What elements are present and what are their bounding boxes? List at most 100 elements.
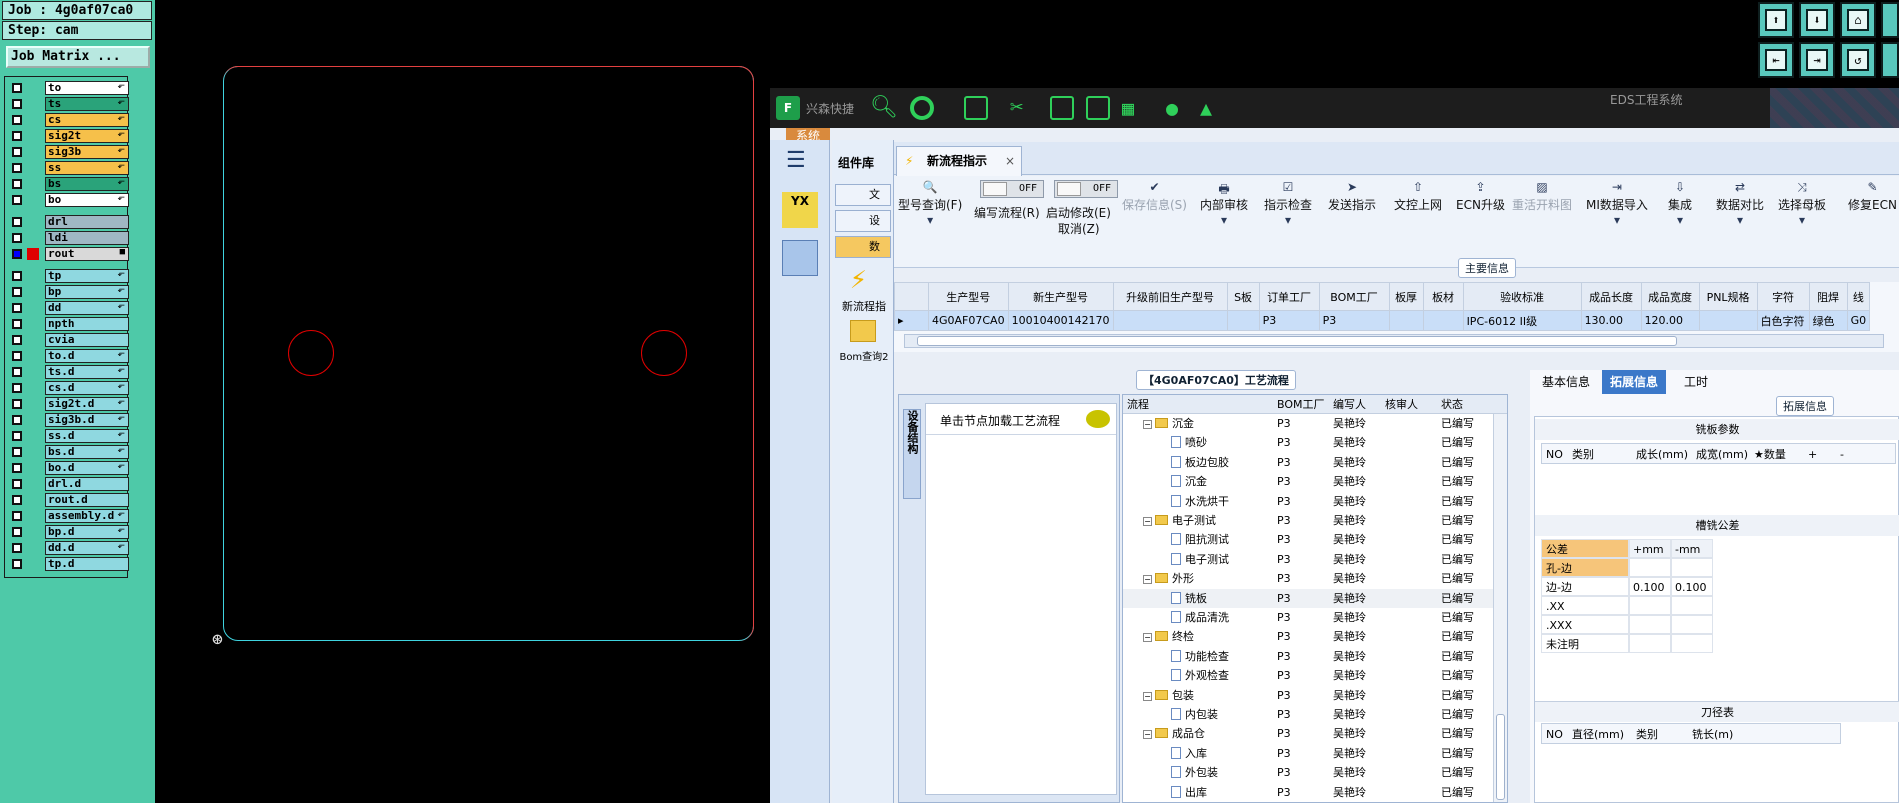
layer-row[interactable]: dd.d ⬐ (7, 541, 129, 555)
collapse-icon[interactable]: − (1143, 420, 1152, 429)
cell[interactable]: 4G0AF07CA0 (928, 310, 1009, 331)
calendar-module-icon[interactable] (782, 240, 818, 276)
layer-row[interactable]: drl.d (7, 477, 129, 491)
user-icon[interactable]: ● (1166, 96, 1190, 120)
folder-icon[interactable] (850, 320, 876, 342)
layer-checkbox[interactable] (12, 559, 22, 569)
layer-row[interactable]: bs.d ⬐ (7, 445, 129, 459)
tree-row[interactable]: − 包装 P3 吴艳玲 已编写 (1123, 686, 1507, 705)
layer-row[interactable]: tp.d (7, 557, 129, 571)
table-icon[interactable] (964, 96, 988, 120)
layer-row[interactable]: bo.d ⬐ (7, 461, 129, 475)
layer-checkbox[interactable] (12, 163, 22, 173)
tree-row[interactable]: 外观检查 P3 吴艳玲 已编写 (1123, 666, 1507, 685)
col-header[interactable]: 板材 (1422, 282, 1464, 311)
ribbon-reopen-material[interactable]: ▨ 重活开料图 (1512, 180, 1572, 213)
ribbon-mi-import[interactable]: ⇥ MI数据导入 ▾ (1586, 180, 1648, 229)
tree-row[interactable]: − 电子测试 P3 吴艳玲 已编写 (1123, 511, 1507, 530)
layer-row[interactable]: cvia (7, 333, 129, 347)
ribbon-compare[interactable]: ⇄ 数据对比 ▾ (1716, 180, 1764, 229)
write-flow-toggle[interactable]: OFF (980, 180, 1044, 198)
tree-row[interactable]: 入库 P3 吴艳玲 已编写 (1123, 744, 1507, 763)
yx-module-icon[interactable]: YX (782, 192, 818, 228)
layer-name[interactable]: rout (45, 247, 129, 261)
layer-name[interactable]: sig3b (45, 145, 129, 159)
tree-row[interactable]: − 外形 P3 吴艳玲 已编写 (1123, 569, 1507, 588)
copy-icon[interactable] (1086, 96, 1110, 120)
move-right-icon[interactable]: ⇥ (1799, 42, 1835, 78)
col-header[interactable]: 线 (1846, 282, 1871, 311)
ribbon-check[interactable]: ☑ 指示检查 ▾ (1264, 180, 1312, 229)
layer-checkbox[interactable] (12, 335, 22, 345)
layer-name[interactable]: rout.d (45, 493, 129, 507)
ribbon-ecn-upgrade[interactable]: ⇪ ECN升级 (1456, 180, 1505, 213)
layer-name[interactable]: ss (45, 161, 129, 175)
move-left-icon[interactable]: ⇤ (1758, 42, 1794, 78)
tree-node[interactable]: − 包装 (1143, 686, 1194, 705)
tree-node[interactable]: 板边包胶 (1171, 453, 1229, 472)
move-up-icon[interactable]: ⬆ (1758, 2, 1794, 38)
layer-name[interactable]: bo.d (45, 461, 129, 475)
cell[interactable] (1698, 310, 1758, 331)
layer-row[interactable]: rout ■ (7, 247, 129, 261)
scrollbar-thumb[interactable] (917, 336, 1677, 346)
tree-row[interactable]: 电子测试 P3 吴艳玲 已编写 (1123, 550, 1507, 569)
col-header[interactable]: PNL规格 (1698, 282, 1758, 311)
tree-col-status[interactable]: 状态 (1441, 395, 1463, 414)
table-row[interactable]: ▸ 4G0AF07CA0 10010400142170 P3 P3 IPC-60… (894, 310, 1871, 331)
layer-name[interactable]: bs (45, 177, 129, 191)
tree-col-writer[interactable]: 编写人 (1333, 395, 1366, 414)
toolbar-button-partial[interactable] (1881, 2, 1899, 38)
col-header[interactable]: 新生产型号 (1007, 282, 1114, 311)
layer-checkbox[interactable] (12, 527, 22, 537)
layer-name[interactable]: ldi (45, 231, 129, 245)
cell[interactable]: G0 (1846, 310, 1871, 331)
ribbon-save[interactable]: ✔ 保存信息(S) (1122, 180, 1187, 213)
tree-node[interactable]: − 电子测试 (1143, 511, 1216, 530)
layer-name[interactable]: tp (45, 269, 129, 283)
start-modify-toggle[interactable]: OFF (1054, 180, 1118, 198)
tree-row[interactable]: 阻抗测试 P3 吴艳玲 已编写 (1123, 530, 1507, 549)
chart-icon[interactable]: ▲ (1200, 96, 1224, 120)
ribbon-integrate[interactable]: ⇩ 集成 ▾ (1668, 180, 1692, 229)
layer-checkbox[interactable] (12, 287, 22, 297)
mill-add-button[interactable]: + (1808, 444, 1817, 465)
ribbon-upload[interactable]: ⇧ 文控上网 (1394, 180, 1442, 213)
tree-row[interactable]: 出库 P3 吴艳玲 已编写 (1123, 783, 1507, 802)
layer-name[interactable]: sig3b.d (45, 413, 129, 427)
job-matrix-button[interactable]: Job Matrix ... (6, 46, 150, 68)
tol-minus-input[interactable] (1671, 596, 1713, 615)
layer-checkbox[interactable] (12, 431, 22, 441)
home-icon[interactable]: ⌂ (1840, 2, 1876, 38)
layer-row[interactable]: bs ⬐ (7, 177, 129, 191)
layer-name[interactable]: bp.d (45, 525, 129, 539)
tab-ext-info[interactable]: 拓展信息 (1602, 370, 1667, 394)
layer-row[interactable]: sig3b.d ⬐ (7, 413, 129, 427)
col-header[interactable]: 验收标准 (1462, 282, 1582, 311)
tree-node[interactable]: 铣板 (1171, 589, 1207, 608)
tree-row[interactable]: 板边包胶 P3 吴艳玲 已编写 (1123, 453, 1507, 472)
cell[interactable] (1388, 310, 1424, 331)
layer-row[interactable]: bp.d ⬐ (7, 525, 129, 539)
layer-row[interactable]: ldi (7, 231, 129, 245)
tree-node[interactable]: 沉金 (1171, 472, 1207, 491)
layer-name[interactable]: assembly.d (45, 509, 129, 523)
tree-row[interactable]: 铣板 P3 吴艳玲 已编写 (1123, 588, 1507, 608)
tree-node[interactable]: 功能检查 (1171, 647, 1229, 666)
layer-checkbox[interactable] (12, 233, 22, 243)
tol-plus-input[interactable]: 0.100 (1629, 577, 1671, 596)
scissors-icon[interactable]: ✂ (1010, 96, 1034, 120)
layer-checkbox[interactable] (12, 319, 22, 329)
tree-col-factory[interactable]: BOM工厂 (1277, 395, 1325, 414)
layer-checkbox[interactable] (12, 463, 22, 473)
collapse-icon[interactable]: − (1143, 517, 1152, 526)
lightning-icon[interactable]: ⚡ (850, 264, 874, 294)
layer-row[interactable]: ts ⬐ (7, 97, 129, 111)
layer-name[interactable]: to (45, 81, 129, 95)
tree-col-reviewer[interactable]: 核审人 (1385, 395, 1418, 414)
col-header[interactable]: 生产型号 (928, 282, 1009, 311)
layer-name[interactable]: ss.d (45, 429, 129, 443)
tab-basic-info[interactable]: 基本信息 (1534, 370, 1598, 394)
tree-node[interactable]: 入库 (1171, 744, 1207, 763)
layer-checkbox[interactable] (12, 131, 22, 141)
